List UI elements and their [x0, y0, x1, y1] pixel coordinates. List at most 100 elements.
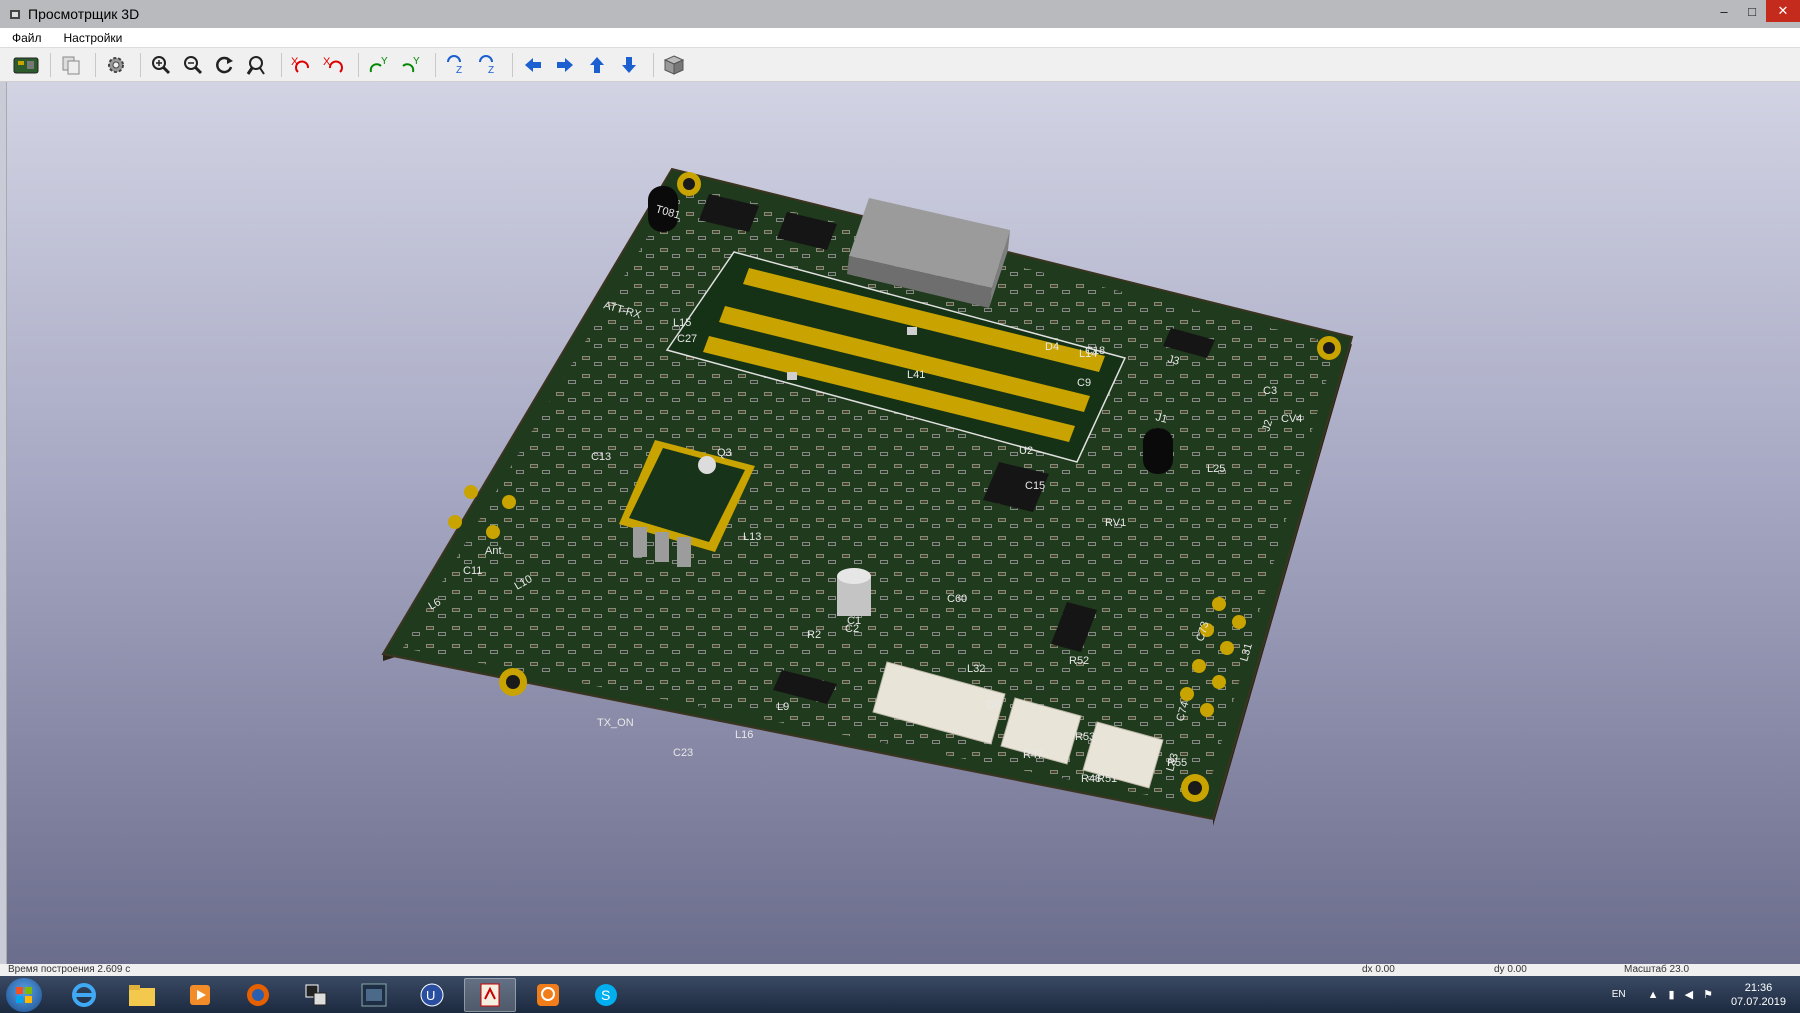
silk-label: L14 [1079, 348, 1097, 360]
move-down-button[interactable] [615, 51, 643, 79]
rotate-y-reverse-icon: Y [402, 56, 420, 72]
menu-file[interactable]: Файл [8, 31, 46, 45]
zoom-fit-icon [246, 55, 265, 75]
silk-label: C11 [463, 565, 482, 577]
zoom-out-button[interactable] [179, 51, 207, 79]
rotate-y-cw-button[interactable]: Y [365, 51, 393, 79]
action-center-flag-icon[interactable]: ⚑ [1703, 988, 1713, 1001]
title-bar: Просмотрщик 3D – □ ✕ [0, 0, 1800, 28]
toolbar-separator [653, 52, 654, 77]
status-bar: Время построения 2.609 с dx 0.00 dy 0.00… [0, 964, 1800, 976]
move-right-button[interactable] [551, 51, 579, 79]
silk-label: R51 [1097, 773, 1117, 785]
svg-text:Y: Y [381, 56, 388, 67]
taskbar-firefox[interactable] [232, 978, 284, 1012]
volume-icon[interactable]: ◀ [1685, 988, 1693, 1001]
window-controls: – □ ✕ [1710, 0, 1800, 22]
silk-label: Q3 [717, 447, 732, 459]
silk-label: L32 [967, 663, 985, 675]
taskbar-app-7[interactable]: U [406, 978, 458, 1012]
taskbar-file-explorer[interactable] [116, 978, 168, 1012]
ie-icon [72, 983, 96, 1007]
silk-label: R47 [1023, 749, 1043, 761]
silk-label: TX_ON [597, 717, 634, 729]
taskbar-app-9[interactable] [522, 978, 574, 1012]
taskbar-internet-explorer[interactable] [58, 978, 110, 1012]
system-tray: EN ▲ ▮ ◀ ⚑ 21:36 07.07.2019 [1612, 976, 1792, 1013]
move-left-button[interactable] [519, 51, 547, 79]
rotate-x-cw-button[interactable]: X [288, 51, 316, 79]
copy-to-clipboard-button[interactable] [57, 51, 85, 79]
rotate-y-icon: Y [369, 56, 388, 72]
silk-label: C9 [1077, 377, 1091, 389]
language-indicator[interactable]: EN [1612, 989, 1626, 1000]
svg-text:Y: Y [413, 56, 420, 67]
taskbar-app-5[interactable] [290, 978, 342, 1012]
silk-label: L41 [907, 369, 925, 381]
close-button[interactable]: ✕ [1766, 0, 1800, 22]
dy-readout: dy 0.00 [1494, 964, 1527, 975]
capacitor-chip [907, 327, 917, 335]
app-3d-viewer-icon [8, 7, 22, 21]
taskbar-skype[interactable]: S [580, 978, 632, 1012]
clock-time: 21:36 [1744, 981, 1773, 994]
rotate-z-cw-button[interactable]: Z [442, 51, 470, 79]
network-icon [305, 984, 327, 1006]
taskbar-app-8[interactable] [464, 978, 516, 1012]
zoom-in-button[interactable] [147, 51, 175, 79]
export-image-button[interactable] [12, 51, 40, 79]
firefox-icon [247, 984, 269, 1006]
zoom-fit-button[interactable] [243, 51, 271, 79]
menu-settings[interactable]: Настройки [60, 31, 127, 45]
silk-label: RV1 [1105, 517, 1126, 529]
taskbar-app-6[interactable] [348, 978, 400, 1012]
play-icon [190, 985, 210, 1005]
toolbar-separator [50, 52, 51, 77]
toolbar-separator [140, 52, 141, 77]
silk-label: C13 [591, 451, 611, 463]
scale-readout: Масштаб 23.0 [1624, 964, 1690, 975]
silk-label: D4 [1045, 341, 1059, 353]
3d-viewport[interactable]: ATT-RX Ant. C13 Q3 C60 C18 J1 J3 J2 C73 … [6, 82, 1800, 964]
gear-icon [108, 56, 124, 73]
silk-label: C60 [947, 593, 967, 605]
move-up-button[interactable] [583, 51, 611, 79]
toolbar-separator [512, 52, 513, 77]
settings-button[interactable] [102, 51, 130, 79]
u3-icon: U [420, 983, 444, 1007]
rotate-y-ccw-button[interactable]: Y [397, 51, 425, 79]
taskbar-media-player[interactable] [174, 978, 226, 1012]
network-signal-icon[interactable]: ▮ [1669, 988, 1675, 1001]
window-title: Просмотрщик 3D [28, 6, 140, 22]
minimize-button[interactable]: – [1710, 0, 1738, 22]
toolbar: X X Y Y Z Z [0, 48, 1800, 82]
toolbar-separator [358, 52, 359, 77]
arrow-down-icon [622, 56, 636, 73]
redraw-button[interactable] [211, 51, 239, 79]
clock[interactable]: 21:36 07.07.2019 [1731, 981, 1786, 1009]
capacitor-chip [787, 372, 797, 380]
skype-icon: S [595, 984, 617, 1006]
zoom-out-icon [184, 55, 203, 74]
show-hidden-icons-icon[interactable]: ▲ [1648, 989, 1659, 1001]
refresh-icon [216, 56, 233, 73]
silk-label: R52 [1069, 655, 1089, 667]
rotate-x-ccw-button[interactable]: X [320, 51, 348, 79]
cube-icon [663, 54, 685, 75]
silk-label: C15 [1025, 480, 1045, 492]
taskbar: U S EN ▲ ▮ ◀ ⚑ 21:36 07.07.2019 [0, 976, 1800, 1013]
rotate-z-reverse-icon: Z [479, 54, 494, 76]
start-button[interactable] [6, 978, 42, 1012]
toolbar-separator [281, 52, 282, 77]
menu-bar: Файл Настройки [0, 28, 1800, 48]
rotate-z-ccw-button[interactable]: Z [474, 51, 502, 79]
folder-icon [129, 985, 155, 1006]
rotate-x-reverse-icon: X [323, 56, 343, 73]
ortho-view-button[interactable] [660, 51, 688, 79]
electrolytic-capacitor [837, 568, 871, 616]
svg-text:S: S [601, 987, 610, 1003]
chip-icon [361, 983, 387, 1007]
silk-label: L13 [743, 531, 761, 543]
dx-readout: dx 0.00 [1362, 964, 1395, 975]
maximize-button[interactable]: □ [1738, 0, 1766, 22]
